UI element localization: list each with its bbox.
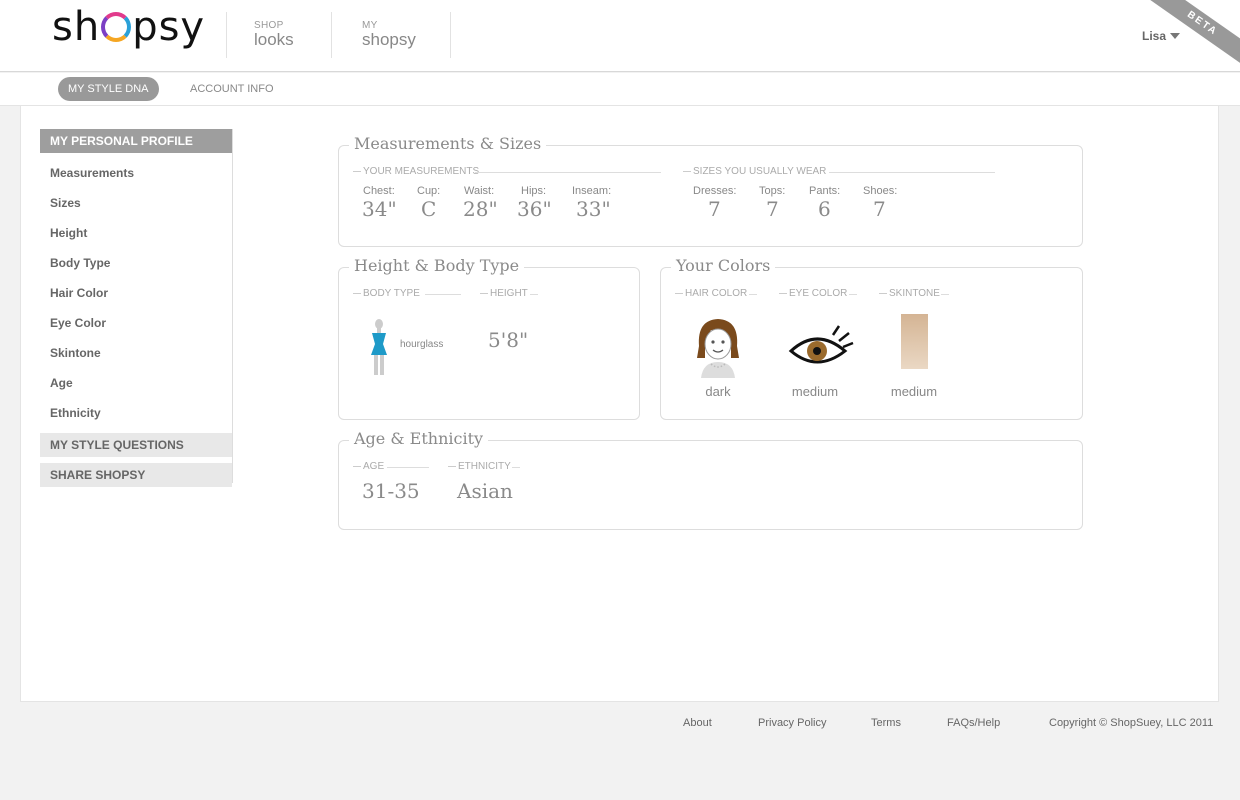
nav-shop-looks[interactable]: SHOP looks <box>254 20 294 50</box>
height-body-box: Height & Body Type BODY TYPE HEIGHT hour… <box>338 256 640 420</box>
age-ethnicity-title: Age & Ethnicity <box>349 429 489 448</box>
cup-label: Cup: <box>417 185 441 197</box>
nav-shop-looks-big: looks <box>254 30 294 49</box>
footer-privacy-link[interactable]: Privacy Policy <box>758 717 826 729</box>
nav-divider <box>331 12 332 58</box>
body-type-value: hourglass <box>400 339 444 350</box>
header: sh psy SHOP looks MY shopsy Lisa BETA <box>0 0 1240 72</box>
hair-color-value: dark <box>705 384 731 399</box>
tab-my-style-dna[interactable]: MY STYLE DNA <box>58 77 159 101</box>
chest-value: 34" <box>362 197 397 221</box>
caret-down-icon <box>1170 33 1181 39</box>
sidebar-item-height[interactable]: Height <box>40 215 232 245</box>
chest-label: Chest: <box>363 185 395 197</box>
nav-divider <box>226 12 227 58</box>
sidebar: MY PERSONAL PROFILE Measurements Sizes H… <box>40 129 233 487</box>
sidebar-heading-share-shopsy[interactable]: SHARE SHOPSY <box>40 463 232 487</box>
main-panel: MY PERSONAL PROFILE Measurements Sizes H… <box>20 106 1219 702</box>
eye-color-value: medium <box>791 384 839 399</box>
tops-value: 7 <box>766 197 779 221</box>
sizes-wear-label: SIZES YOU USUALLY WEAR <box>683 166 995 177</box>
height-value: 5'8" <box>488 328 529 352</box>
eye-color-label: EYE COLOR <box>779 288 857 299</box>
user-menu[interactable]: Lisa <box>1142 29 1181 43</box>
sidebar-item-hair-color[interactable]: Hair Color <box>40 275 232 305</box>
hips-label: Hips: <box>521 185 547 197</box>
shoes-value: 7 <box>873 197 886 221</box>
ethnicity-value: Asian <box>457 479 513 503</box>
measurements-box: Measurements & Sizes YOUR MEASUREMENTS S… <box>338 134 1083 247</box>
logo-text-start: sh <box>52 4 101 50</box>
dresses-label: Dresses: <box>693 185 737 197</box>
tops-label: Tops: <box>759 185 786 197</box>
sidebar-item-skintone[interactable]: Skintone <box>40 335 232 365</box>
sidebar-item-ethnicity[interactable]: Ethnicity <box>40 395 232 425</box>
measurements-title: Measurements & Sizes <box>349 134 547 153</box>
nav-my-shopsy[interactable]: MY shopsy <box>362 20 416 50</box>
height-body-title: Height & Body Type <box>349 256 525 275</box>
sidebar-heading-style-questions[interactable]: MY STYLE QUESTIONS <box>40 433 232 457</box>
hair-face-icon <box>697 319 739 378</box>
subnav: MY STYLE DNA ACCOUNT INFO <box>0 73 1240 106</box>
shoes-label: Shoes: <box>863 185 898 197</box>
sidebar-item-body-type[interactable]: Body Type <box>40 245 232 275</box>
sidebar-item-sizes[interactable]: Sizes <box>40 185 232 215</box>
height-label: HEIGHT <box>480 288 538 299</box>
skintone-label: SKINTONE <box>879 288 949 299</box>
hourglass-figure-icon <box>371 319 387 375</box>
hips-value: 36" <box>517 197 552 221</box>
sidebar-item-measurements[interactable]: Measurements <box>40 155 232 185</box>
your-measurements-label: YOUR MEASUREMENTS <box>353 166 661 177</box>
age-ethnicity-box: Age & Ethnicity AGE ETHNICITY 31-35 Asia… <box>338 429 1083 530</box>
skintone-swatch <box>901 314 928 369</box>
waist-label: Waist: <box>464 185 495 197</box>
shopsy-logo[interactable]: sh psy <box>52 4 205 50</box>
footer-faqs-link[interactable]: FAQs/Help <box>947 717 1000 729</box>
footer-terms-link[interactable]: Terms <box>871 717 901 729</box>
sidebar-item-age[interactable]: Age <box>40 365 232 395</box>
logo-o-icon <box>101 12 132 42</box>
skintone-value: medium <box>890 384 938 399</box>
hair-color-label: HAIR COLOR <box>675 288 757 299</box>
logo-text-end: psy <box>132 4 206 50</box>
pants-label: Pants: <box>809 185 841 197</box>
footer-about-link[interactable]: About <box>683 717 712 729</box>
inseam-label: Inseam: <box>572 185 612 197</box>
sidebar-heading-personal-profile[interactable]: MY PERSONAL PROFILE <box>40 129 232 153</box>
user-name: Lisa <box>1142 29 1167 43</box>
body-type-label: BODY TYPE <box>353 288 461 299</box>
waist-value: 28" <box>463 197 498 221</box>
cup-value: C <box>421 197 437 221</box>
eye-icon <box>788 325 854 364</box>
nav-my-shopsy-big: shopsy <box>362 30 416 49</box>
age-label: AGE <box>353 461 429 472</box>
copyright-text: Copyright © ShopSuey, LLC 2011 <box>1049 717 1214 729</box>
sidebar-item-eye-color[interactable]: Eye Color <box>40 305 232 335</box>
colors-box: Your Colors HAIR COLOR EYE COLOR SKINTON… <box>660 256 1083 420</box>
nav-divider <box>450 12 451 58</box>
tab-account-info[interactable]: ACCOUNT INFO <box>180 77 284 101</box>
colors-title: Your Colors <box>671 256 776 275</box>
dresses-value: 7 <box>708 197 721 221</box>
pants-value: 6 <box>818 197 831 221</box>
ethnicity-label: ETHNICITY <box>448 461 520 472</box>
inseam-value: 33" <box>576 197 611 221</box>
age-value: 31-35 <box>362 479 420 503</box>
